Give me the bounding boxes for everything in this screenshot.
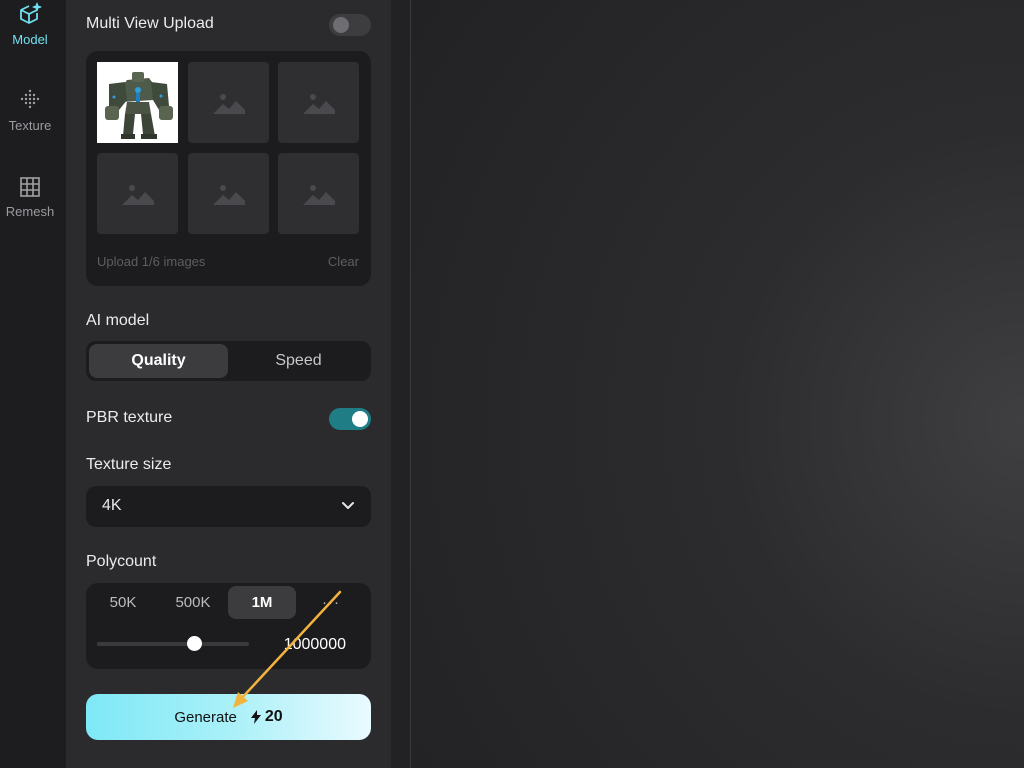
nav-item-label: Remesh — [5, 204, 55, 219]
toggle-knob — [333, 17, 349, 33]
dots-diamond-icon — [17, 88, 43, 114]
polycount-option-500k[interactable]: 500K — [159, 586, 227, 619]
polycount-selector: 50K 500K 1M ··· 1000000 — [86, 583, 371, 669]
nav-item-label: Texture — [8, 118, 52, 133]
upload-slot-4[interactable] — [97, 153, 178, 234]
slider-handle[interactable] — [187, 636, 203, 651]
polycount-option-50k[interactable]: 50K — [89, 586, 157, 619]
multi-view-upload-toggle[interactable] — [329, 14, 371, 36]
slider-fill — [97, 642, 195, 646]
nav-item-model[interactable]: Model — [0, 2, 60, 62]
image-placeholder-icon — [302, 184, 335, 205]
3d-viewport[interactable] — [411, 0, 1024, 768]
upload-slot-1[interactable] — [97, 62, 178, 143]
clear-button[interactable]: Clear — [328, 254, 359, 269]
grid-icon — [17, 174, 43, 200]
upload-count-text: Upload 1/6 images — [97, 254, 206, 269]
ai-model-title: AI model — [86, 312, 150, 329]
polycount-option-1m[interactable]: 1M — [228, 586, 296, 619]
toggle-knob — [352, 411, 368, 427]
robot-thumbnail-image — [97, 62, 178, 143]
generate-label: Generate — [174, 708, 237, 726]
credit-cost: 20 — [250, 708, 283, 726]
texture-size-title: Texture size — [86, 456, 172, 473]
image-placeholder-icon — [121, 184, 154, 205]
generate-button[interactable]: Generate 20 — [86, 694, 371, 740]
credit-cost-value: 20 — [264, 708, 283, 725]
pbr-texture-toggle[interactable] — [329, 408, 371, 430]
panel-scroll-gutter — [391, 0, 411, 768]
nav-item-remesh[interactable]: Remesh — [0, 174, 60, 234]
upload-grid: Upload 1/6 images Clear — [86, 51, 371, 286]
texture-size-select[interactable]: 4K — [86, 486, 371, 527]
nav-item-label: Model — [12, 32, 48, 47]
multi-view-upload-title: Multi View Upload — [86, 15, 214, 32]
upload-slot-5[interactable] — [188, 153, 269, 234]
polycount-value[interactable]: 1000000 — [284, 636, 346, 654]
more-options-button[interactable]: ··· — [297, 586, 365, 619]
ai-model-option-quality[interactable]: Quality — [89, 344, 228, 378]
upload-slot-2[interactable] — [188, 62, 269, 143]
polycount-slider[interactable] — [97, 636, 249, 651]
chevron-down-icon — [341, 498, 355, 517]
image-placeholder-icon — [212, 93, 245, 114]
texture-size-value: 4K — [102, 497, 122, 514]
pbr-texture-title: PBR texture — [86, 409, 173, 426]
ai-model-selector: Quality Speed — [86, 341, 371, 381]
image-placeholder-icon — [302, 93, 335, 114]
cube-sparkle-icon — [17, 2, 43, 28]
image-placeholder-icon — [212, 184, 245, 205]
nav-item-texture[interactable]: Texture — [0, 88, 60, 148]
ai-model-option-speed[interactable]: Speed — [229, 344, 368, 378]
lightning-icon — [250, 710, 261, 724]
upload-slot-3[interactable] — [278, 62, 359, 143]
upload-slot-6[interactable] — [278, 153, 359, 234]
polycount-title: Polycount — [86, 553, 157, 570]
left-nav-rail: Model Texture Remesh — [0, 0, 66, 768]
